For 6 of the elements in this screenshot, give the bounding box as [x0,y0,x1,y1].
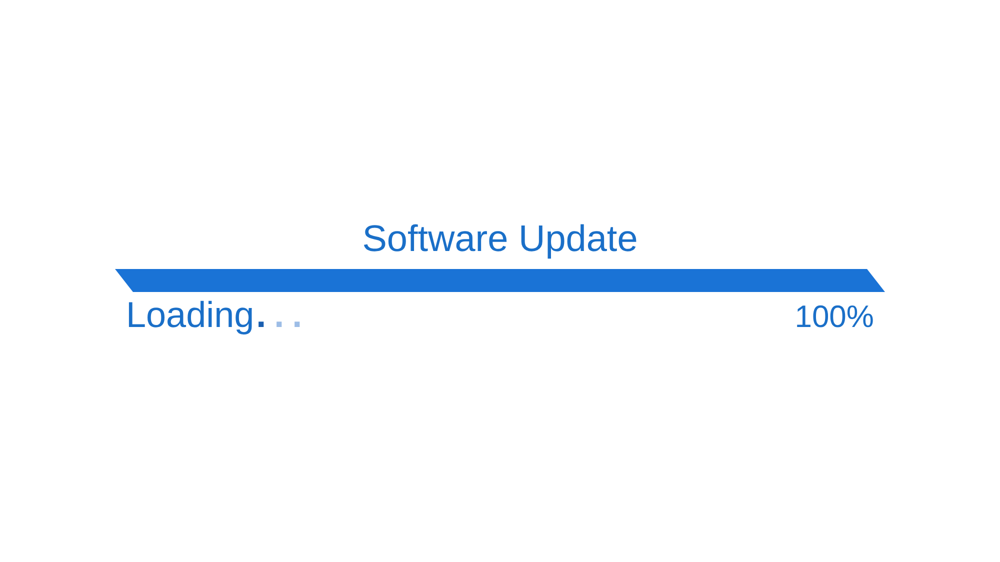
update-title: Software Update [362,218,638,260]
loading-dot: . [274,294,284,336]
loading-label: Loading [126,294,254,336]
loading-dot: . [292,294,302,336]
progress-percent: 100% [794,298,874,336]
loading-dot: . [256,294,266,336]
